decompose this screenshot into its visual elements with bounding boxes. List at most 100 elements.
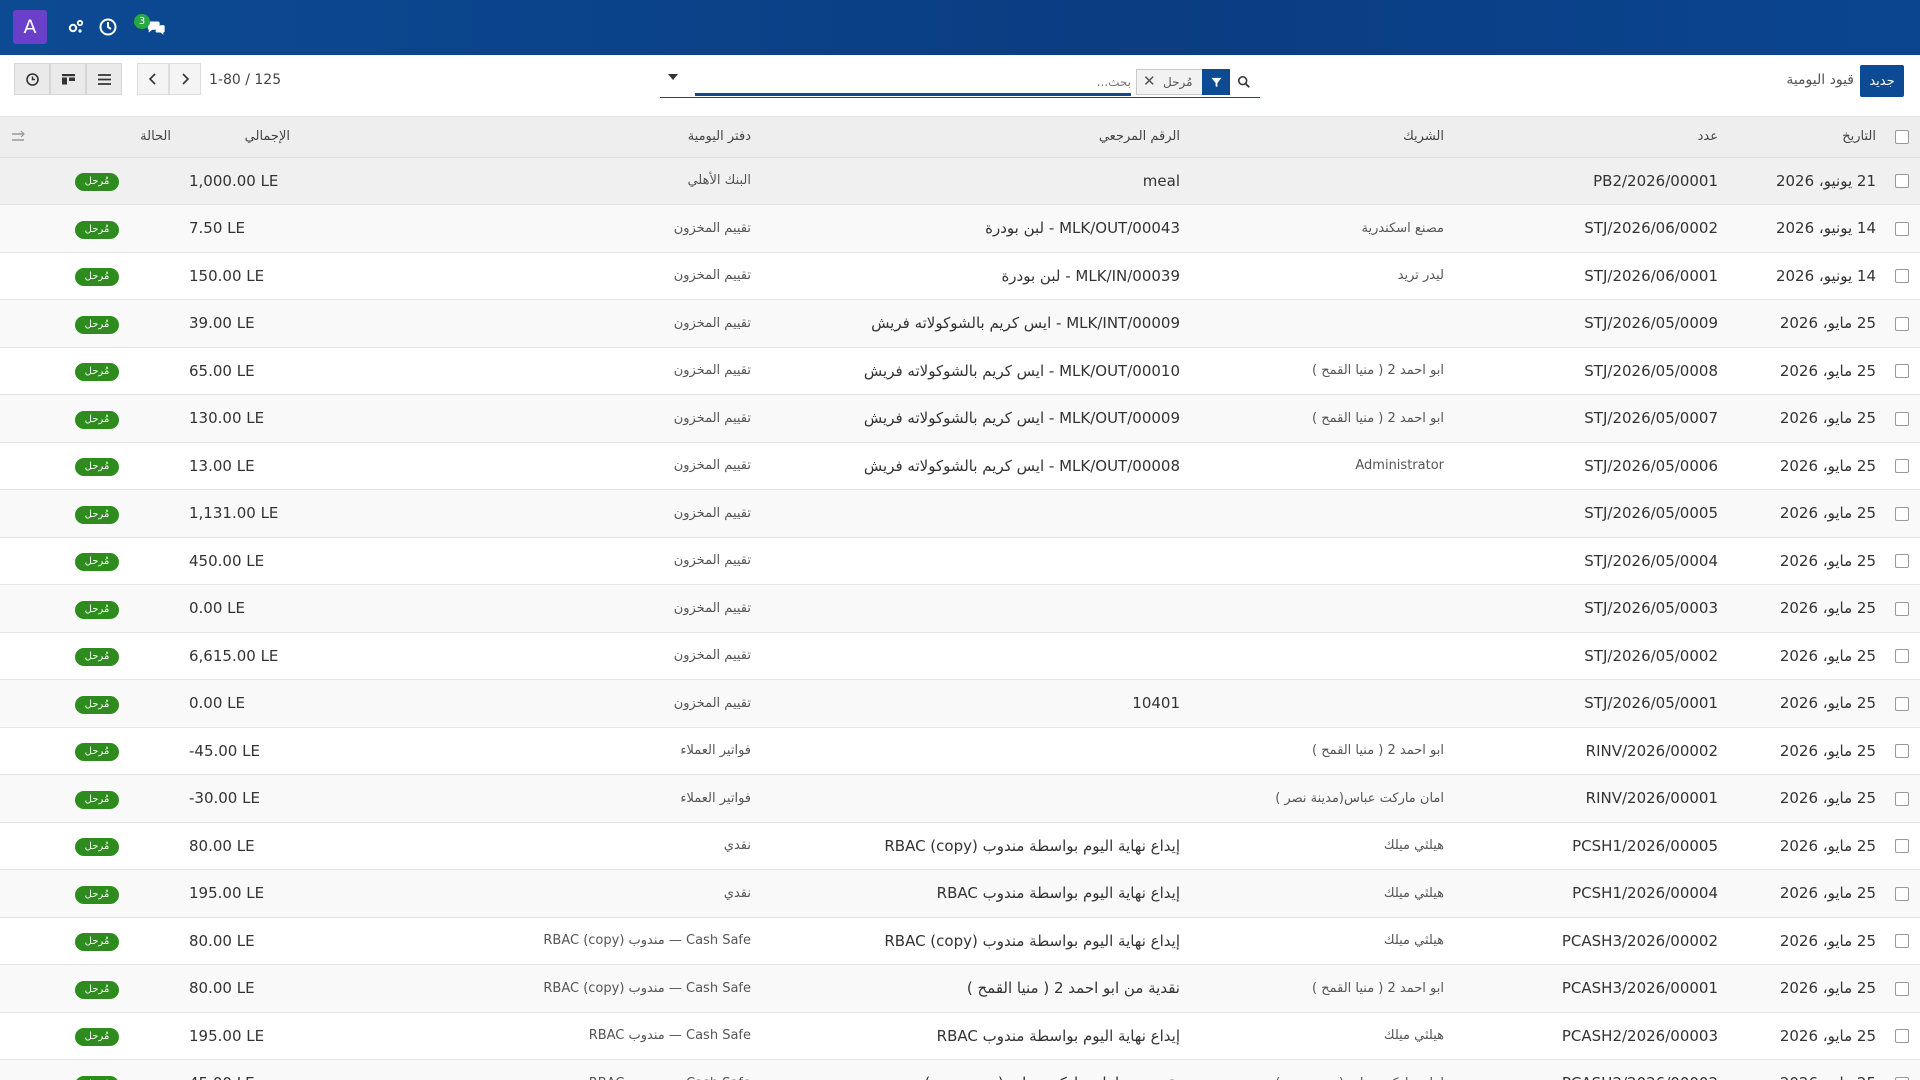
table-row[interactable]: 25 مايو، 2026 PCASH2/2026/00003 هيلثي ميلك… <box>0 1012 1920 1060</box>
table-row[interactable]: 25 مايو، 2026 PCSH1/2026/00004 هيلثي ميلك إ… <box>0 869 1920 917</box>
cell-spacer <box>298 490 328 538</box>
column-header-status[interactable]: الحالة <box>0 117 189 158</box>
total-value: 0.00 LE <box>189 599 246 618</box>
table-row[interactable]: 25 مايو، 2026 STJ/2026/05/0001 10401 تقييم … <box>0 679 1920 727</box>
list-view-button[interactable] <box>86 63 122 95</box>
row-checkbox[interactable] <box>1895 411 1909 426</box>
cell-status: مُرحل <box>0 822 189 870</box>
clock-icon[interactable] <box>95 14 121 40</box>
total-value: 130.00 LE <box>189 409 265 428</box>
row-select-cell <box>1884 775 1920 823</box>
table-row[interactable]: 25 مايو، 2026 RINV/2026/00002 ابو احمد 2 (… <box>0 727 1920 775</box>
row-checkbox[interactable] <box>1895 886 1909 901</box>
row-select-cell <box>1884 157 1920 205</box>
cell-reference: إيداع نهاية اليوم بواسطة مندوب RBAC <box>936 1026 1180 1045</box>
row-checkbox[interactable] <box>1895 934 1909 949</box>
cell-date: 25 مايو، 2026 <box>1779 741 1876 760</box>
cell-reference: MLK/INT/00009 - ايس كريم بالشوكولاته فري… <box>871 314 1180 333</box>
pager-next-button[interactable] <box>169 63 201 95</box>
table-row[interactable]: 25 مايو، 2026 STJ/2026/05/0003 تقييم المخز… <box>0 584 1920 632</box>
table-row[interactable]: 25 مايو، 2026 STJ/2026/05/0005 تقييم المخز… <box>0 489 1920 538</box>
cell-partner: Administrator <box>1355 458 1444 474</box>
column-header-partner[interactable]: الشريك <box>1188 117 1452 158</box>
row-checkbox[interactable] <box>1895 839 1909 854</box>
row-checkbox[interactable] <box>1895 649 1909 664</box>
search-facet[interactable]: ✕ مُرحل <box>1136 69 1230 95</box>
pager-previous-button[interactable] <box>137 63 169 95</box>
table-row[interactable]: 25 مايو، 2026 PCSH1/2026/00005 هيلثي ميلك إ… <box>0 822 1920 870</box>
row-checkbox[interactable] <box>1895 364 1909 379</box>
row-checkbox[interactable] <box>1895 791 1909 806</box>
total-value: 80.00 LE <box>189 979 255 998</box>
new-button[interactable]: جديد <box>1860 65 1904 97</box>
table-row[interactable]: 25 مايو، 2026 STJ/2026/05/0002 تقييم المخز… <box>0 632 1920 680</box>
table-row[interactable]: 25 مايو، 2026 STJ/2026/05/0004 تقييم المخز… <box>0 537 1920 585</box>
cell-number: PB2/2026/00001 <box>1593 171 1718 190</box>
activity-view-button[interactable] <box>14 63 50 95</box>
total-value: 150.00 LE <box>189 266 265 285</box>
status-badge: مُرحل <box>75 743 119 762</box>
table-row[interactable]: 25 مايو، 2026 STJ/2026/05/0006 Administrat… <box>0 442 1920 490</box>
cell-date: 25 مايو، 2026 <box>1779 456 1876 475</box>
row-checkbox[interactable] <box>1895 981 1909 996</box>
table-row[interactable]: 25 مايو، 2026 PCASH3/2026/00001 ابو احمد 2… <box>0 964 1920 1012</box>
row-checkbox[interactable] <box>1895 459 1909 474</box>
cell-status: مُرحل <box>0 490 189 538</box>
row-select-cell <box>1884 300 1920 348</box>
table-row[interactable]: 14 يونيو، 2026 STJ/2026/06/0001 ليدر تريد M… <box>0 252 1920 300</box>
select-all-checkbox[interactable] <box>1895 129 1909 144</box>
cell-journal: تقييم المخزون <box>673 600 751 616</box>
optional-columns-icon[interactable] <box>10 129 26 145</box>
row-checkbox[interactable] <box>1895 174 1909 189</box>
search-icon[interactable] <box>1232 70 1256 94</box>
cell-date: 25 مايو، 2026 <box>1726 1060 1884 1080</box>
search-input[interactable] <box>695 71 1131 93</box>
cell-reference: 10401 <box>1132 694 1180 713</box>
row-checkbox[interactable] <box>1895 506 1909 521</box>
status-badge: مُرحل <box>75 553 119 572</box>
cell-status: مُرحل <box>0 917 189 965</box>
table-row[interactable]: 21 يونيو، 2026 PB2/2026/00001 meal البنك ال… <box>0 157 1920 205</box>
table-row[interactable]: 25 مايو، 2026 PCASH3/2026/00002 هيلثي ميلك… <box>0 917 1920 965</box>
facet-close-icon[interactable]: ✕ <box>1143 72 1156 90</box>
table-row[interactable]: 25 مايو، 2026 STJ/2026/05/0009 MLK/INT/000… <box>0 299 1920 348</box>
cell-number: RINV/2026/00002 <box>1585 741 1718 760</box>
top-navbar: A 3 <box>0 0 1920 55</box>
column-spacer <box>298 117 328 158</box>
cell-status: مُرحل <box>0 157 189 205</box>
kanban-view-button[interactable] <box>50 63 86 95</box>
column-header-total[interactable]: الإجمالي <box>189 117 298 158</box>
cell-number: PCASH2/2026/00003 <box>1561 1026 1718 1045</box>
settings-icon[interactable] <box>63 14 89 40</box>
cell-partner <box>1188 537 1452 585</box>
cell-date: 25 مايو، 2026 <box>1779 931 1876 950</box>
row-checkbox[interactable] <box>1895 696 1909 711</box>
column-header-reference[interactable]: الرقم المرجعي <box>759 117 1188 158</box>
cell-total: 130.00 LE <box>189 395 298 443</box>
table-row[interactable]: 25 مايو، 2026PCASH2/2026/00002امان ماركت… <box>0 1059 1920 1080</box>
cell-spacer <box>298 632 328 680</box>
table-row[interactable]: 25 مايو، 2026 STJ/2026/05/0008 ابو احمد 2 … <box>0 347 1920 395</box>
row-checkbox[interactable] <box>1895 221 1909 236</box>
cell-status: مُرحل <box>0 1012 189 1060</box>
row-checkbox[interactable] <box>1895 554 1909 569</box>
row-checkbox[interactable] <box>1895 269 1909 284</box>
total-value: 450.00 LE <box>189 551 265 570</box>
table-row[interactable]: 25 مايو، 2026 RINV/2026/00001 امان ماركت ع… <box>0 774 1920 823</box>
row-checkbox[interactable] <box>1895 744 1909 759</box>
status-badge: مُرحل <box>75 838 119 857</box>
search-options-toggle-icon[interactable] <box>668 74 678 80</box>
row-checkbox[interactable] <box>1895 1029 1909 1044</box>
column-header-date[interactable]: التاريخ <box>1726 117 1884 158</box>
table-row[interactable]: 14 يونيو، 2026 STJ/2026/06/0002 مصنع اسكند… <box>0 204 1920 252</box>
chat-badge: 3 <box>134 14 150 29</box>
row-checkbox[interactable] <box>1895 316 1909 331</box>
table-row[interactable]: 25 مايو، 2026 STJ/2026/05/0007 ابو احمد 2 … <box>0 394 1920 443</box>
row-checkbox[interactable] <box>1895 601 1909 616</box>
column-header-journal[interactable]: دفتر اليومية <box>328 117 759 158</box>
user-avatar[interactable]: A <box>13 10 47 44</box>
column-header-number[interactable]: عدد <box>1452 117 1726 158</box>
pager-value[interactable]: 1-80 / 125 <box>209 72 281 88</box>
row-select-cell <box>1884 822 1920 870</box>
cell-status: مُرحل <box>0 1060 189 1080</box>
